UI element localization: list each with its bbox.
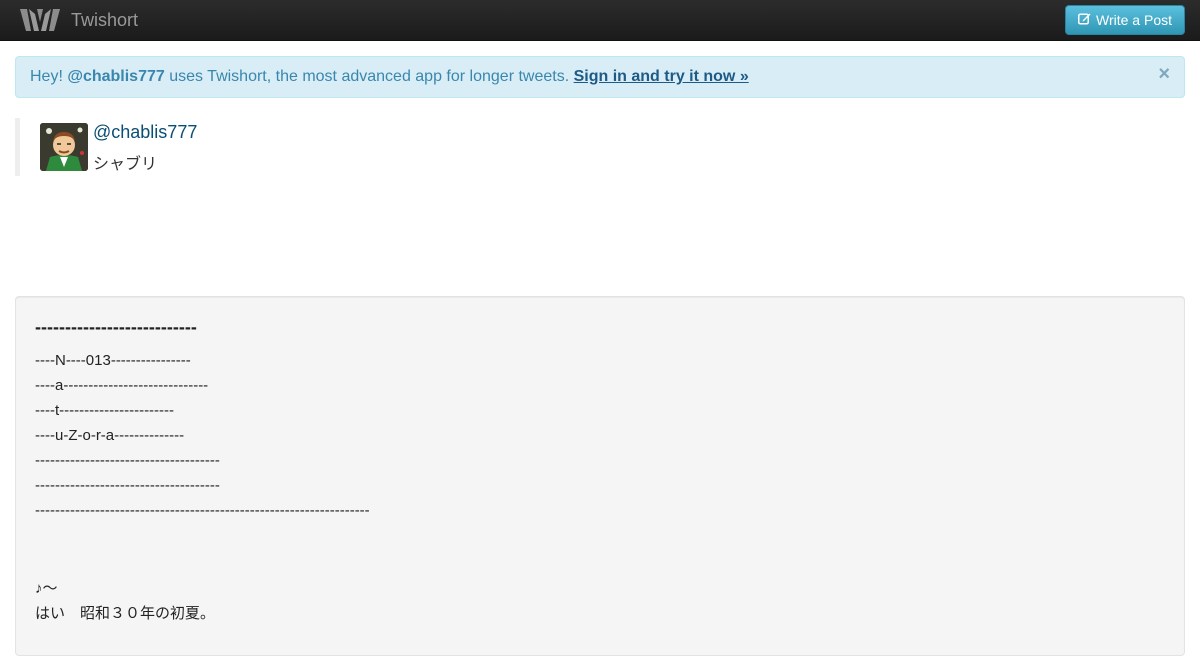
profile-name: シャブリ [93,156,158,173]
profile-handle-link[interactable]: @chablis777 [93,122,197,143]
avatar[interactable] [40,123,88,171]
post-line: ------------------------------------- [35,477,220,494]
twishort-logo-icon [18,6,62,34]
profile-card: @chablis777 シャブリ [15,118,415,176]
post-line: ♪～ [35,580,58,597]
write-post-label: Write a Post [1096,12,1172,28]
post-line: ----N----013---------------- [35,352,191,369]
post-line: ------------------------------------- [35,452,220,469]
post-line: ----t----------------------- [35,402,175,419]
post-line: はい 昭和３０年の初夏。 [35,605,216,622]
brand-link[interactable]: Twishort [18,4,138,36]
post-line: ----u-Z-o-r-a-------------- [35,427,185,444]
sign-in-link[interactable]: Sign in and try it now » [574,68,749,85]
brand-name: Twishort [71,9,139,30]
close-icon[interactable]: × [1158,63,1170,86]
post-body: --------------------------- ----N----013… [15,296,1185,656]
alert-message: uses Twishort, the most advanced app for… [164,68,574,85]
alert-user: @chablis777 [67,68,165,85]
post-title: --------------------------- [35,317,197,337]
alert-prefix: Hey! [30,68,68,85]
promo-alert: Hey! @chablis777 uses Twishort, the most… [15,56,1185,98]
write-post-button[interactable]: Write a Post [1065,5,1185,35]
post-line: ----a----------------------------- [35,377,209,394]
top-navbar: Twishort Write a Post [0,0,1200,41]
edit-icon [1078,12,1096,28]
post-line: ----------------------------------------… [35,502,370,519]
